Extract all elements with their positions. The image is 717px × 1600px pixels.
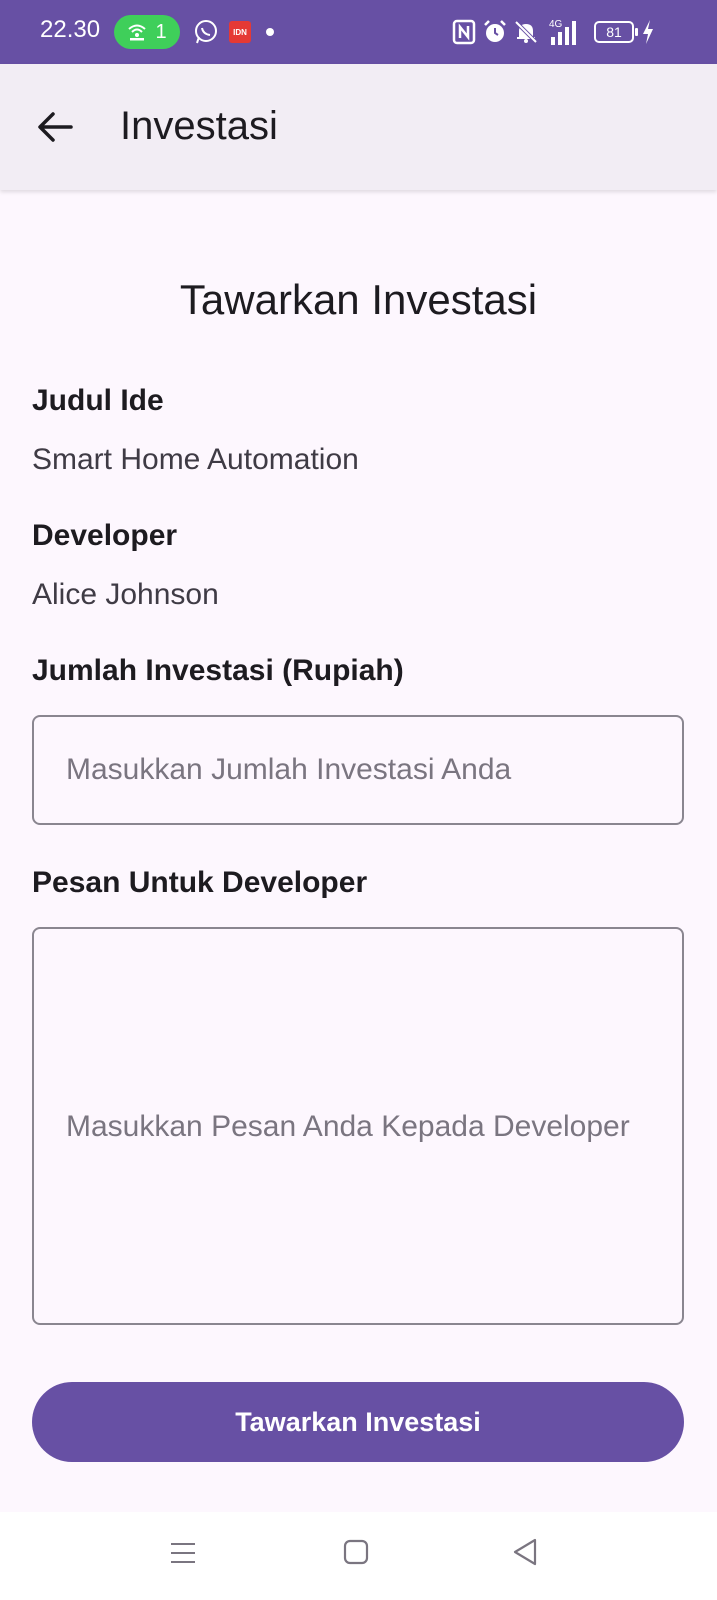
message-label: Pesan Untuk Developer [32, 866, 368, 899]
hotspot-icon [128, 24, 147, 41]
notification-dot-icon [266, 28, 274, 36]
charging-icon [643, 20, 653, 44]
status-bar: 22.30 1 IDN 4G 81 [0, 0, 717, 64]
status-time: 22.30 [40, 16, 101, 43]
whatsapp-icon [195, 20, 217, 44]
alarm-icon [484, 20, 506, 42]
home-icon[interactable] [342, 1538, 370, 1566]
battery-icon: 81 [594, 21, 638, 43]
developer-value: Alice Johnson [32, 578, 219, 611]
back-triangle-icon[interactable] [510, 1536, 540, 1568]
idn-app-icon: IDN [229, 21, 251, 43]
idea-title-label: Judul Ide [32, 384, 164, 417]
hotspot-badge: 1 [114, 15, 180, 49]
arrow-left-icon [38, 112, 73, 142]
amount-placeholder: Masukkan Jumlah Investasi Anda [66, 753, 512, 786]
page-heading: Tawarkan Investasi [179, 276, 538, 323]
developer-label: Developer [32, 519, 178, 552]
network-type-label: 4G [549, 19, 563, 30]
back-button[interactable] [30, 97, 80, 157]
amount-label: Jumlah Investasi (Rupiah) [32, 654, 404, 687]
investment-amount-input[interactable]: Masukkan Jumlah Investasi Anda [32, 715, 684, 825]
system-nav-bar [0, 1512, 717, 1600]
mute-icon [514, 20, 538, 44]
submit-investment-button[interactable]: Tawarkan Investasi [32, 1382, 684, 1462]
signal-4g-icon: 4G [549, 19, 576, 45]
message-placeholder: Masukkan Pesan Anda Kepada Developer [66, 1110, 630, 1143]
app-bar-title: Investasi [120, 104, 278, 148]
app-bar: Investasi [0, 64, 717, 190]
idea-title-value: Smart Home Automation [32, 443, 359, 476]
message-textarea[interactable]: Masukkan Pesan Anda Kepada Developer [32, 927, 684, 1325]
nfc-icon [452, 19, 476, 45]
submit-button-label: Tawarkan Investasi [235, 1406, 481, 1437]
menu-icon[interactable] [168, 1538, 198, 1568]
hotspot-count: 1 [155, 20, 167, 43]
